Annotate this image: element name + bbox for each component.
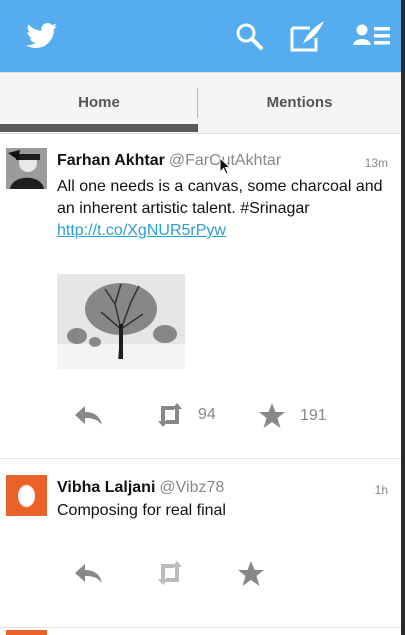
retweet-icon <box>158 403 182 427</box>
active-tab-indicator <box>0 124 198 132</box>
tweet-divider <box>0 627 401 628</box>
search-icon[interactable] <box>232 0 266 72</box>
reply-icon <box>75 406 102 425</box>
star-icon <box>259 403 285 428</box>
twitter-bird-icon[interactable] <box>22 0 62 72</box>
author-handle: @Vibz78 <box>159 479 225 496</box>
tweet-author[interactable]: Vibha Laljani @Vibz78 <box>57 479 224 497</box>
window-frame-edge <box>401 0 405 635</box>
author-name: Farhan Akhtar <box>57 152 165 169</box>
avatar[interactable] <box>6 148 47 189</box>
author-name: Vibha Laljani <box>57 479 156 496</box>
favorite-count: 191 <box>300 406 327 424</box>
tab-mentions[interactable]: Mentions <box>198 73 401 131</box>
app-header <box>0 0 401 72</box>
star-icon <box>238 561 264 586</box>
tweet-item[interactable]: Vibha Laljani @Vibz78 1h Composing for re… <box>0 459 401 627</box>
reply-button[interactable] <box>73 404 103 426</box>
avatar[interactable] <box>6 475 47 516</box>
reply-button[interactable] <box>73 562 103 584</box>
retweet-button[interactable] <box>156 560 184 586</box>
avatar[interactable] <box>6 630 47 635</box>
tweet-author[interactable]: Farhan Akhtar @FarOutAkhtar <box>57 152 281 170</box>
compose-icon[interactable] <box>288 0 328 72</box>
tab-home[interactable]: Home <box>0 73 198 131</box>
retweet-button[interactable]: 94 <box>156 402 216 428</box>
tweet-link[interactable]: http://t.co/XgNUR5rPyw <box>57 222 226 239</box>
tweet-text: Composing for real final <box>57 500 387 522</box>
tweet-image-thumbnail[interactable] <box>57 274 185 369</box>
retweet-icon <box>158 561 182 585</box>
favorite-button[interactable] <box>237 560 265 587</box>
mouse-cursor-icon <box>219 156 232 180</box>
favorite-button[interactable]: 191 <box>258 402 327 429</box>
reply-icon <box>75 564 102 583</box>
retweet-count: 94 <box>198 406 216 423</box>
tweet-body: All one needs is a canvas, some charcoal… <box>57 178 383 217</box>
tweet-body: Composing for real final <box>57 502 226 519</box>
tweet-item[interactable]: Farhan Akhtar @FarOutAkhtar 13m All one n… <box>0 134 401 457</box>
tweet-text: All one needs is a canvas, some charcoal… <box>57 176 387 242</box>
profile-icon[interactable] <box>351 0 393 72</box>
tweet-timestamp: 1h <box>374 483 388 497</box>
tweet-timestamp: 13m <box>364 156 388 170</box>
